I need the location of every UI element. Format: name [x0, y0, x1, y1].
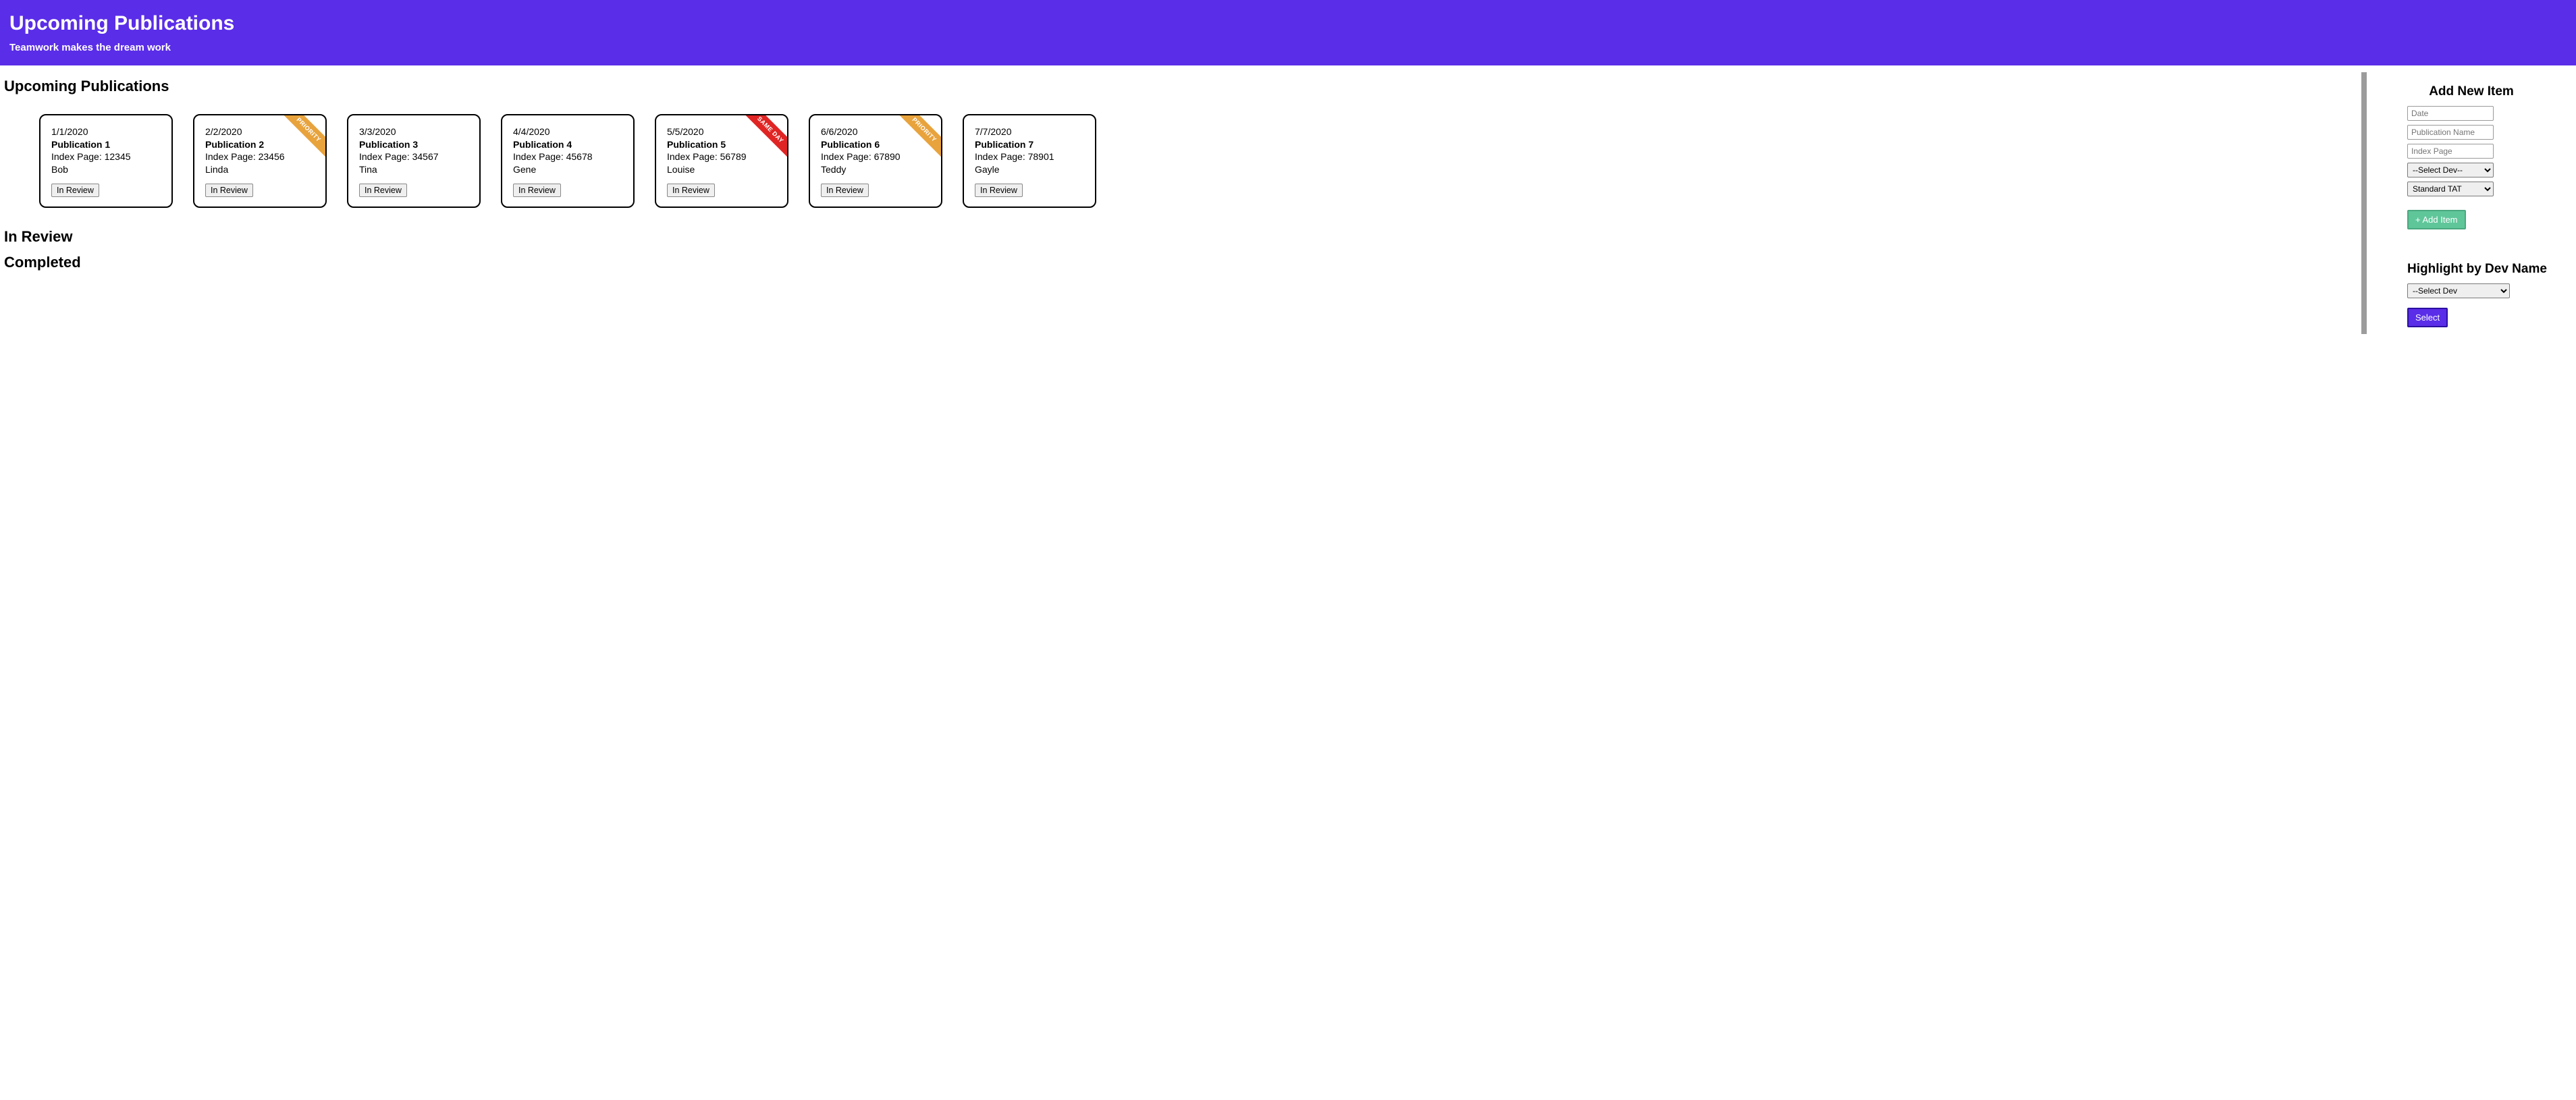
dev-select[interactable]: --Select Dev-- — [2407, 163, 2494, 177]
vertical-divider — [2361, 72, 2367, 334]
add-item-heading: Add New Item — [2380, 84, 2562, 99]
header-title: Upcoming Publications — [9, 12, 2567, 35]
in-review-button[interactable]: In Review — [513, 184, 561, 197]
section-heading-inreview: In Review — [4, 228, 2357, 246]
card-name: Publication 6 — [821, 139, 930, 151]
in-review-button[interactable]: In Review — [359, 184, 407, 197]
card-name: Publication 7 — [975, 139, 1084, 151]
card-date: 1/1/2020 — [51, 126, 161, 138]
in-review-button[interactable]: In Review — [975, 184, 1023, 197]
publication-card: 3/3/2020Publication 3Index Page: 34567Ti… — [347, 114, 481, 208]
in-review-button[interactable]: In Review — [821, 184, 869, 197]
card-index: Index Page: 45678 — [513, 151, 622, 163]
card-name: Publication 1 — [51, 139, 161, 151]
publication-card: SAME DAY5/5/2020Publication 5Index Page:… — [655, 114, 788, 208]
card-date: 3/3/2020 — [359, 126, 468, 138]
publication-card: PRIORITY2/2/2020Publication 2Index Page:… — [193, 114, 327, 208]
publication-name-input[interactable] — [2407, 125, 2494, 140]
add-item-form: --Select Dev-- Standard TAT — [2407, 106, 2562, 196]
highlight-heading: Highlight by Dev Name — [2407, 262, 2562, 277]
in-review-button[interactable]: In Review — [205, 184, 253, 197]
card-author: Gayle — [975, 164, 1084, 176]
card-author: Gene — [513, 164, 622, 176]
date-input[interactable] — [2407, 106, 2494, 121]
highlight-dev-select[interactable]: --Select Dev — [2407, 283, 2510, 298]
card-name: Publication 4 — [513, 139, 622, 151]
add-item-button[interactable]: + Add Item — [2407, 210, 2466, 229]
tat-select[interactable]: Standard TAT — [2407, 182, 2494, 196]
header-subtitle: Teamwork makes the dream work — [9, 42, 2567, 53]
main-column: Upcoming Publications 1/1/2020Publicatio… — [0, 65, 2361, 341]
card-date: 7/7/2020 — [975, 126, 1084, 138]
card-author: Linda — [205, 164, 315, 176]
section-heading-upcoming: Upcoming Publications — [4, 78, 2357, 95]
card-name: Publication 2 — [205, 139, 315, 151]
card-index: Index Page: 23456 — [205, 151, 315, 163]
card-date: 2/2/2020 — [205, 126, 315, 138]
card-grid: 1/1/2020Publication 1Index Page: 12345Bo… — [4, 102, 2357, 220]
card-index: Index Page: 12345 — [51, 151, 161, 163]
card-date: 6/6/2020 — [821, 126, 930, 138]
card-index: Index Page: 34567 — [359, 151, 468, 163]
card-name: Publication 3 — [359, 139, 468, 151]
card-date: 5/5/2020 — [667, 126, 776, 138]
publication-card: 4/4/2020Publication 4Index Page: 45678Ge… — [501, 114, 635, 208]
card-index: Index Page: 67890 — [821, 151, 930, 163]
publication-card: 1/1/2020Publication 1Index Page: 12345Bo… — [39, 114, 173, 208]
card-index: Index Page: 78901 — [975, 151, 1084, 163]
card-author: Teddy — [821, 164, 930, 176]
card-author: Tina — [359, 164, 468, 176]
in-review-button[interactable]: In Review — [667, 184, 715, 197]
card-author: Bob — [51, 164, 161, 176]
in-review-button[interactable]: In Review — [51, 184, 99, 197]
publication-card: PRIORITY6/6/2020Publication 6Index Page:… — [809, 114, 942, 208]
app-header: Upcoming Publications Teamwork makes the… — [0, 0, 2576, 65]
index-page-input[interactable] — [2407, 144, 2494, 159]
card-date: 4/4/2020 — [513, 126, 622, 138]
card-name: Publication 5 — [667, 139, 776, 151]
publication-card: 7/7/2020Publication 7Index Page: 78901Ga… — [963, 114, 1096, 208]
highlight-select-button[interactable]: Select — [2407, 308, 2448, 327]
card-index: Index Page: 56789 — [667, 151, 776, 163]
section-heading-completed: Completed — [4, 254, 2357, 271]
sidebar: Add New Item --Select Dev-- Standard TAT… — [2367, 65, 2576, 341]
card-author: Louise — [667, 164, 776, 176]
